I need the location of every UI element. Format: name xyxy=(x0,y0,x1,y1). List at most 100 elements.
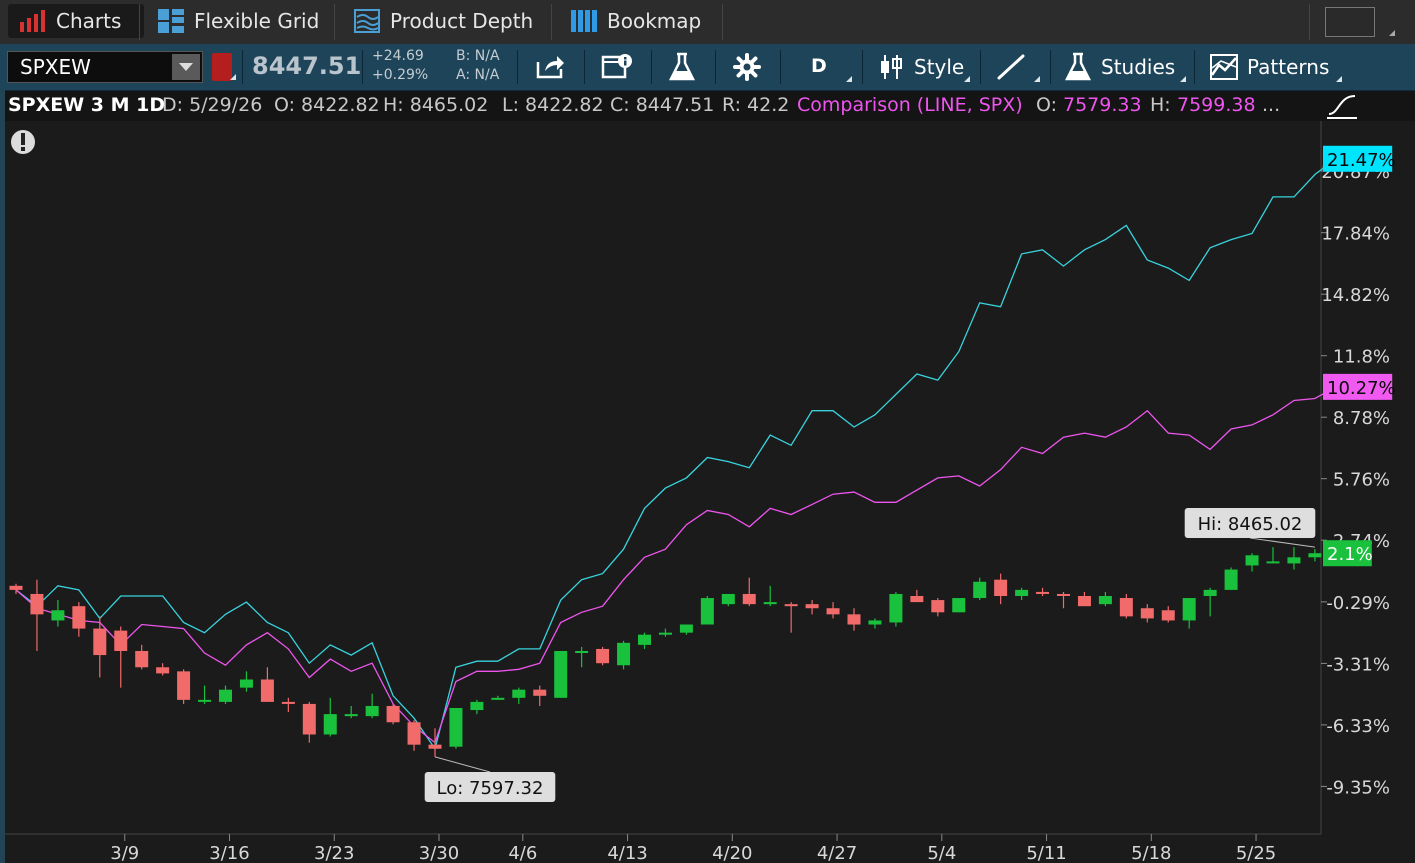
y-tick-label: -3.31% xyxy=(1326,654,1390,675)
tab-label: Bookmap xyxy=(607,9,702,33)
y-tick-label: 8.78% xyxy=(1333,408,1390,429)
comparison-high-label: H: xyxy=(1150,94,1171,116)
bid-value: B: N/A xyxy=(456,48,500,64)
toolbar-divider xyxy=(362,50,363,84)
svg-text:2.1%: 2.1% xyxy=(1327,544,1373,565)
main-tab-bar: Charts Flexible Grid Product Depth Bookm… xyxy=(0,0,1415,45)
last-price: 8447.51 xyxy=(252,52,362,80)
toolbar-divider xyxy=(651,50,652,84)
bar-date: D: 5/29/26 xyxy=(162,94,263,116)
bookmap-icon xyxy=(571,10,597,32)
y-tick-label: -0.29% xyxy=(1326,593,1390,614)
style-menu-button[interactable]: Style xyxy=(914,55,964,79)
tab-label: Flexible Grid xyxy=(194,9,320,33)
patterns-icon xyxy=(1210,54,1238,80)
x-tick-label: 4/27 xyxy=(817,843,857,863)
candle[interactable] xyxy=(617,640,631,670)
candle[interactable] xyxy=(952,598,966,613)
window-layout-button[interactable] xyxy=(1325,7,1375,37)
toolbar-divider xyxy=(1194,50,1195,84)
bar-close: C: 8447.51 xyxy=(610,94,715,116)
tab-charts[interactable]: Charts xyxy=(8,4,144,38)
chevron-down-icon xyxy=(179,63,193,71)
svg-text:Lo: 7597.32: Lo: 7597.32 xyxy=(437,778,544,799)
candle[interactable] xyxy=(889,591,903,627)
chart-title: SPXEW 3 M 1D xyxy=(8,94,166,116)
x-tick-label: 5/18 xyxy=(1131,843,1171,863)
x-tick-label: 4/13 xyxy=(607,843,647,863)
symbol-dropdown-button[interactable] xyxy=(172,54,200,80)
candle[interactable] xyxy=(700,596,714,625)
x-tick-label: 3/23 xyxy=(314,843,354,863)
comparison-open-label: O: xyxy=(1036,94,1058,116)
share-icon[interactable] xyxy=(535,52,565,80)
bar-low: L: 8422.82 xyxy=(502,94,604,116)
candle[interactable] xyxy=(449,708,463,749)
tab-label: Charts xyxy=(56,9,122,33)
toolbar-divider xyxy=(715,50,716,84)
x-tick-label: 3/9 xyxy=(110,843,139,863)
svg-text:Hi: 8465.02: Hi: 8465.02 xyxy=(1198,514,1303,535)
candle[interactable] xyxy=(596,646,610,666)
chart-settings-icon[interactable] xyxy=(1325,92,1359,120)
studies-menu-button[interactable]: Studies xyxy=(1101,55,1175,79)
y-tick-label: -9.35% xyxy=(1326,777,1390,798)
symbol-input[interactable]: SPXEW xyxy=(7,51,203,83)
studies-flask-icon xyxy=(1065,52,1091,81)
bar-open: O: 8422.82 xyxy=(274,94,380,116)
spxew-last-value-badge: 2.1% xyxy=(1323,540,1373,567)
toolbar-divider xyxy=(780,50,781,84)
y-tick-label: -6.33% xyxy=(1326,716,1390,737)
gear-icon[interactable] xyxy=(733,53,761,81)
tab-flexible-grid[interactable]: Flexible Grid xyxy=(158,4,319,38)
more-ellipsis[interactable]: ... xyxy=(1262,94,1280,116)
comparison-open: 7579.33 xyxy=(1063,94,1142,116)
percent-change: +0.29% xyxy=(372,67,429,83)
alert-icon[interactable] xyxy=(11,130,35,154)
tab-bookmap[interactable]: Bookmap xyxy=(571,4,701,38)
toolbar-divider xyxy=(584,50,585,84)
bar-high: H: 8465.02 xyxy=(383,94,489,116)
comparison-label: Comparison (LINE, SPX) xyxy=(797,94,1023,116)
tab-divider xyxy=(139,4,140,40)
y-tick-label: 11.8% xyxy=(1333,347,1390,368)
alert-flag-icon[interactable] xyxy=(212,53,232,81)
svg-text:21.47%: 21.47% xyxy=(1327,150,1396,171)
patterns-menu-button[interactable]: Patterns xyxy=(1247,55,1329,79)
candle[interactable] xyxy=(177,669,191,704)
x-tick-label: 5/11 xyxy=(1026,843,1066,863)
candlestick-style-icon xyxy=(881,55,902,79)
flask-icon[interactable] xyxy=(668,52,696,82)
toolbar-divider xyxy=(517,50,518,84)
toolbar-divider xyxy=(242,50,243,84)
chart-info-bar: SPXEW 3 M 1D D: 5/29/26 O: 8422.82 H: 84… xyxy=(0,91,1415,121)
toolbar-divider xyxy=(862,50,863,84)
spx-last-value-badge: 10.27% xyxy=(1323,373,1396,400)
tab-divider xyxy=(334,4,335,40)
ask-value: A: N/A xyxy=(456,67,500,83)
chart-toolbar: SPXEW 8447.51 +24.69 +0.29% B: N/A A: N/… xyxy=(0,44,1415,91)
price-chart[interactable]: 20.87%17.84%14.82%11.8%8.78%5.76%2.74%-0… xyxy=(0,121,1415,863)
y-tick-label: 5.76% xyxy=(1333,470,1390,491)
x-tick-label: 4/6 xyxy=(508,843,537,863)
tab-label: Product Depth xyxy=(390,9,534,33)
net-change: +24.69 xyxy=(372,48,424,64)
x-tick-label: 4/20 xyxy=(712,843,752,863)
candle[interactable] xyxy=(386,703,400,725)
candle[interactable] xyxy=(554,650,568,698)
y-tick-label: 14.82% xyxy=(1321,285,1390,306)
x-tick-label: 5/4 xyxy=(927,843,956,863)
chart-info-icon[interactable] xyxy=(601,52,633,80)
x-tick-label: 5/25 xyxy=(1236,843,1276,863)
toolbar-divider xyxy=(980,50,981,84)
drawing-line-icon[interactable] xyxy=(996,53,1026,81)
tab-product-depth[interactable]: Product Depth xyxy=(354,4,533,38)
grid-icon xyxy=(158,9,184,33)
toolbar-divider xyxy=(1050,50,1051,84)
tab-divider xyxy=(722,4,723,40)
candle[interactable] xyxy=(1224,567,1238,590)
y-tick-label: 17.84% xyxy=(1321,224,1390,245)
tab-divider xyxy=(551,4,552,40)
aggregation-period-button[interactable]: D xyxy=(811,55,827,77)
depth-icon xyxy=(354,9,380,33)
